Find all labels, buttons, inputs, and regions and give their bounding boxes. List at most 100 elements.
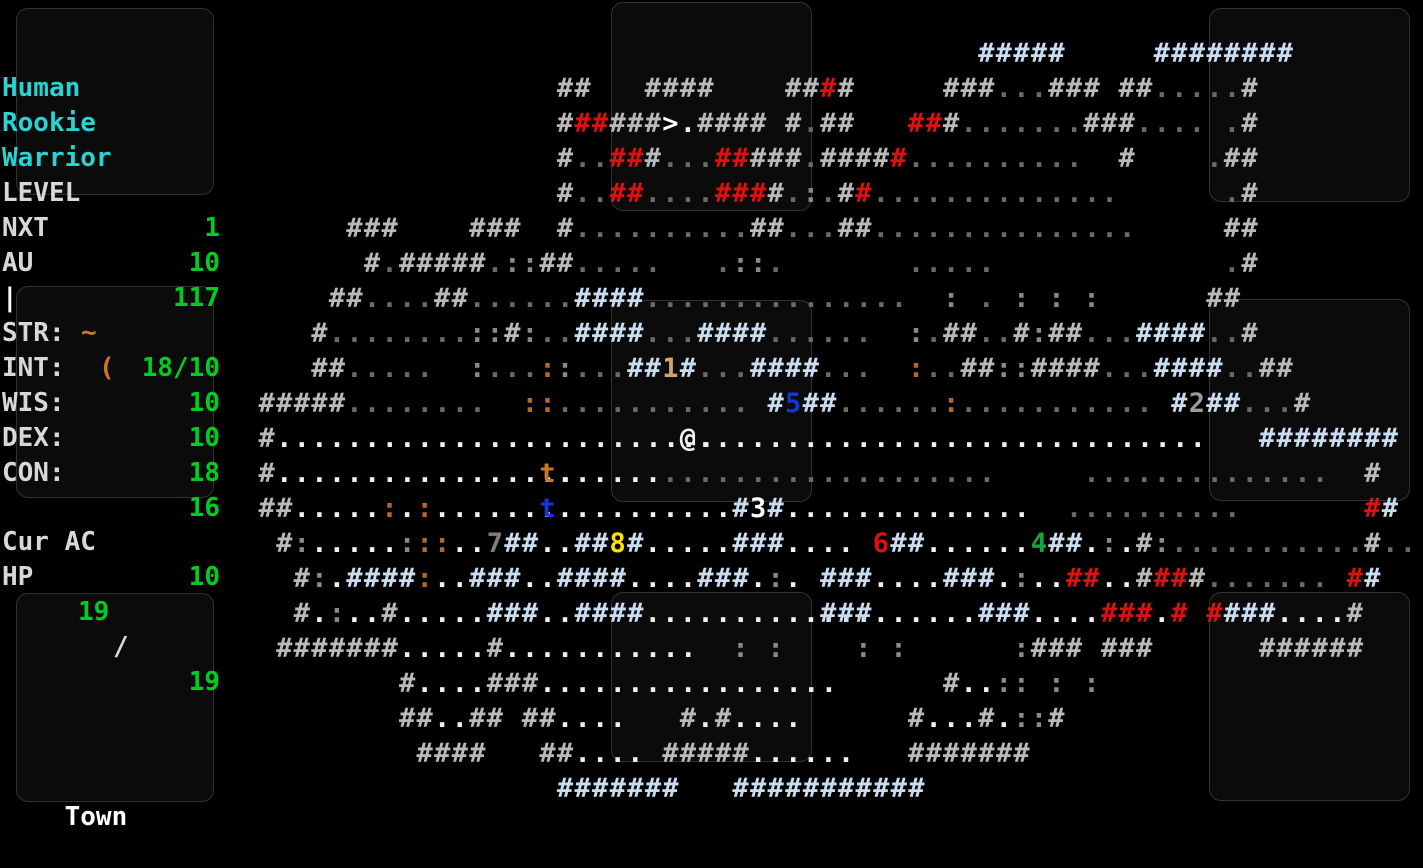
- map-glyph-run: ..: [451, 528, 487, 559]
- map-glyph-run: ##: [609, 143, 645, 174]
- map-glyph-run: #: [767, 493, 786, 524]
- map-glyph-run: .................: [539, 668, 839, 699]
- map-glyph-run: ..............: [1083, 458, 1330, 489]
- map-glyph-run: :: [767, 633, 786, 664]
- map-glyph-run: ......: [925, 528, 1031, 559]
- map-glyph-run: ......: [872, 598, 979, 629]
- map-glyph-run: ......: [469, 283, 575, 314]
- map-glyph-run: #######: [1258, 423, 1382, 454]
- map-row: ##.. ## ##.... #. #.... #... #.:: #: [241, 701, 1423, 736]
- map-glyph-run: ##: [960, 353, 996, 384]
- map-glyph-run: #: [1013, 318, 1031, 349]
- map-glyph-run: :: [1153, 528, 1172, 559]
- map-row: #. #####.:: ##......::....... #: [241, 246, 1423, 281]
- map-glyph-run: ###: [469, 213, 522, 244]
- character-class-row: Warrior: [0, 106, 230, 173]
- map-glyph-run: ##: [258, 493, 294, 524]
- hit-points-max: 19: [188, 667, 220, 697]
- map-glyph-run: ##: [434, 283, 470, 314]
- map-glyph-run: :: [416, 563, 435, 594]
- map-glyph-run: #: [486, 633, 505, 664]
- map-glyph-run: :: [802, 178, 821, 209]
- map-glyph-run: #: [1381, 423, 1400, 454]
- map-row: ##.....:...::... ## 1 #... ####...:.. ##:: ###…: [241, 351, 1423, 386]
- map-row: #:. ####:.. ###.. ####.... ###.:. ###.... ###.…: [241, 561, 1423, 596]
- map-glyph-run: ....: [872, 563, 944, 594]
- attribute-str-row: STR: 18/10: [0, 281, 230, 383]
- map-glyph-run: ##: [504, 528, 540, 559]
- map-row: #........:: #:.. ####... ####......:. ##.. #:…: [241, 316, 1423, 351]
- map-glyph-run: ##: [907, 108, 944, 139]
- attribute-con-label: CON:: [2, 458, 65, 488]
- map-glyph-run: #: [644, 143, 663, 174]
- map-glyph-run: ...........: [504, 633, 698, 664]
- map-glyph-run: 1: [662, 353, 680, 384]
- map-glyph-run: 6: [872, 528, 891, 559]
- map-glyph-run: ...........: [556, 388, 751, 419]
- map-glyph-run: ###: [1083, 108, 1137, 139]
- map-glyph-run: ###: [1030, 633, 1084, 664]
- map-glyph-run: 8: [609, 528, 628, 559]
- map-glyph-run: :: [767, 563, 786, 594]
- map-glyph-run: ....: [644, 178, 715, 209]
- character-sidebar: Human Rookie Warrior LEVEL 1 NXT 10 AU 1…: [0, 0, 230, 800]
- map-glyph-run: #####: [978, 38, 1067, 69]
- map-row: #:.....:::.. 7 ##.. ## 8 #..... ###.... 6 ##....…: [241, 526, 1423, 561]
- map-glyph-run: .....: [907, 248, 996, 279]
- map-glyph-run: .: [785, 563, 803, 594]
- map-glyph-run: #: [1364, 528, 1382, 559]
- map-glyph-run: ..: [574, 738, 610, 769]
- map-glyph-run: ###: [346, 213, 400, 244]
- map-glyph-run: .: [1223, 108, 1242, 139]
- map-glyph-run: :: [1083, 283, 1101, 314]
- map-glyph-run: ####: [574, 283, 645, 314]
- map-row: #................. t.....................…: [241, 456, 1423, 491]
- map-glyph-run: :: [907, 318, 926, 349]
- map-glyph-run: ####: [1153, 353, 1224, 384]
- map-glyph-run: ......: [749, 738, 856, 769]
- map-glyph-run: ....: [1136, 108, 1207, 139]
- map-glyph-run: :: [416, 528, 435, 559]
- map-glyph-run: ####: [697, 108, 768, 139]
- map-glyph-run: ##: [609, 178, 645, 209]
- map-glyph-run: ..: [609, 738, 645, 769]
- map-row: #######..... #...........::::: ### ### #####…: [241, 631, 1423, 666]
- map-glyph-run: #: [1364, 493, 1382, 524]
- map-glyph-run: ..........: [1065, 493, 1242, 524]
- map-glyph-run: #######: [556, 773, 680, 804]
- map-glyph-run: #: [293, 563, 312, 594]
- map-glyph-run: #: [714, 703, 733, 734]
- map-glyph-run: :: [1013, 563, 1031, 594]
- map-glyph-run: ##: [539, 248, 575, 279]
- attribute-dex-row: DEX: 18: [0, 386, 230, 488]
- map-row: #####........::........... #5 ##......:...…: [241, 386, 1423, 421]
- map-glyph-run: ........: [328, 318, 470, 349]
- hit-points-separator: /: [113, 632, 129, 662]
- map-glyph-run: .: [802, 143, 821, 174]
- map-glyph-run: ##: [1206, 388, 1242, 419]
- map-glyph-run: ##: [556, 73, 593, 104]
- map-glyph-run: #: [1364, 458, 1382, 489]
- map-glyph-run: ..: [574, 143, 610, 174]
- map-glyph-run: .....: [644, 528, 733, 559]
- map-glyph-run: ##: [802, 388, 838, 419]
- character-title-row: Rookie: [0, 71, 230, 138]
- map-glyph-run: #: [398, 668, 417, 699]
- map-glyph-run: .: [714, 248, 733, 279]
- map-glyph-run: ..............: [872, 178, 1119, 209]
- map-glyph-run: #: [258, 423, 277, 454]
- map-glyph-run: #: [293, 598, 312, 629]
- map-glyph-run: ###: [486, 668, 540, 699]
- map-glyph-run: :: [1013, 633, 1031, 664]
- map-glyph-run: ....: [732, 703, 803, 734]
- map-glyph-run: #: [363, 248, 382, 279]
- map-glyph-run: :: [1030, 318, 1049, 349]
- map-glyph-run: .: [1206, 143, 1224, 174]
- map-glyph-run: #: [1118, 143, 1137, 174]
- map-glyph-run: :: [1048, 283, 1066, 314]
- map-glyph-run: ###########: [732, 773, 926, 804]
- map-glyph-run: #: [1346, 598, 1365, 629]
- map-glyph-run: :: [293, 528, 312, 559]
- map-glyph-run: #######: [276, 633, 400, 664]
- map-glyph-run: .........................: [276, 423, 716, 454]
